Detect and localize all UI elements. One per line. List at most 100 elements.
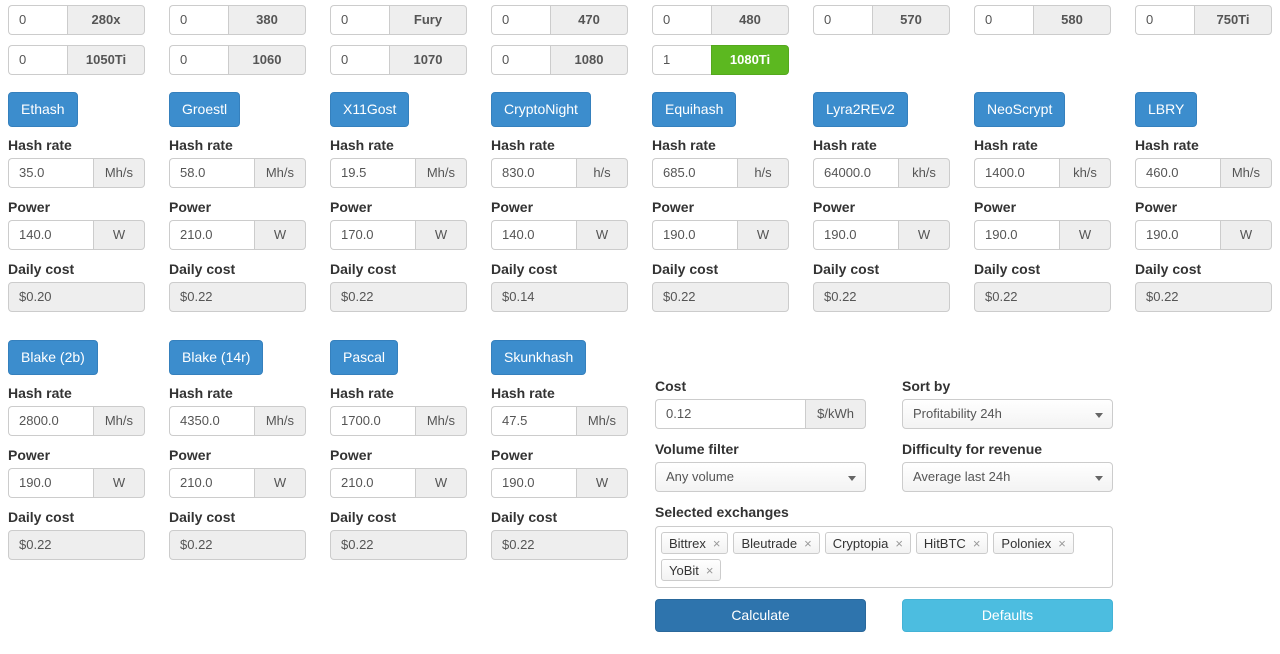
hash-rate-input[interactable]: 1700.0: [330, 406, 415, 436]
gpu-count-input[interactable]: 0: [169, 45, 228, 75]
gpu-count-input[interactable]: 0: [330, 45, 389, 75]
hash-rate-input[interactable]: 460.0: [1135, 158, 1220, 188]
defaults-button[interactable]: Defaults: [902, 599, 1113, 632]
gpu-count-input[interactable]: 0: [169, 5, 228, 35]
power-input[interactable]: 140.0: [491, 220, 576, 250]
hash-rate-label: Hash rate: [1135, 137, 1199, 153]
power-input[interactable]: 170.0: [330, 220, 415, 250]
power-input[interactable]: 210.0: [169, 468, 254, 498]
power-input[interactable]: 190.0: [1135, 220, 1220, 250]
gpu-count-input[interactable]: 0: [491, 5, 550, 35]
hash-rate-input-group: 47.5 Mh/s: [491, 406, 628, 436]
algorithm-name-button[interactable]: Blake (14r): [169, 340, 264, 375]
algorithm-name-button[interactable]: LBRY: [1135, 92, 1198, 127]
power-label: Power: [974, 199, 1017, 215]
cost-input[interactable]: 0.12: [655, 399, 806, 429]
gpu-model-button[interactable]: 1060: [228, 45, 306, 75]
gpu-model-button[interactable]: 380: [228, 5, 306, 35]
hash-rate-input[interactable]: 47.5: [491, 406, 576, 436]
power-input[interactable]: 190.0: [8, 468, 93, 498]
exchange-tag[interactable]: HitBTC ×: [915, 532, 989, 554]
algorithm-name-button[interactable]: Pascal: [330, 340, 399, 375]
algorithm-name-button[interactable]: Lyra2REv2: [813, 92, 908, 127]
gpu-count-input[interactable]: 0: [974, 5, 1033, 35]
algorithm-card: Equihash Hash rate 685.0 h/s Power 190.0 W Dail…: [652, 92, 789, 323]
close-icon[interactable]: ×: [1058, 537, 1066, 550]
close-icon[interactable]: ×: [973, 537, 981, 550]
gpu-cell-1070: 0 1070: [330, 45, 467, 75]
hash-rate-input[interactable]: 58.0: [169, 158, 254, 188]
power-input[interactable]: 190.0: [813, 220, 898, 250]
gpu-model-button[interactable]: 1080: [550, 45, 628, 75]
power-input[interactable]: 190.0: [974, 220, 1059, 250]
hash-rate-input[interactable]: 4350.0: [169, 406, 254, 436]
sort-by-select[interactable]: Profitability 24h: [902, 399, 1113, 429]
gpu-model-button[interactable]: 480: [711, 5, 789, 35]
gpu-input-group: 0 1070: [330, 45, 467, 75]
exchange-tag[interactable]: Bittrex ×: [661, 532, 729, 554]
hash-rate-unit-addon: Mh/s: [253, 406, 306, 436]
close-icon[interactable]: ×: [713, 537, 721, 550]
algorithm-name-button[interactable]: CryptoNight: [491, 92, 591, 127]
hash-rate-input-group: 685.0 h/s: [652, 158, 789, 188]
hash-rate-input[interactable]: 830.0: [491, 158, 576, 188]
difficulty-select[interactable]: Average last 24h: [902, 462, 1113, 492]
daily-cost-row: Daily cost $0.22: [330, 509, 467, 560]
gpu-count-input[interactable]: 0: [8, 5, 67, 35]
power-unit-addon: W: [254, 220, 306, 250]
close-icon[interactable]: ×: [804, 537, 812, 550]
power-input[interactable]: 190.0: [652, 220, 737, 250]
calculate-button[interactable]: Calculate: [655, 599, 866, 632]
hash-rate-input[interactable]: 35.0: [8, 158, 93, 188]
power-input[interactable]: 210.0: [169, 220, 254, 250]
power-input[interactable]: 210.0: [330, 468, 415, 498]
algorithm-card: CryptoNight Hash rate 830.0 h/s Power 140.0 W D…: [491, 92, 628, 323]
gpu-count-input[interactable]: 1: [652, 45, 711, 75]
gpu-model-button[interactable]: 580: [1033, 5, 1111, 35]
algorithm-name-button[interactable]: X11Gost: [330, 92, 410, 127]
algorithm-name-button[interactable]: Skunkhash: [491, 340, 587, 375]
daily-cost-row: Daily cost $0.22: [169, 509, 306, 560]
algorithm-name-button[interactable]: Equihash: [652, 92, 737, 127]
gpu-model-button[interactable]: Fury: [389, 5, 467, 35]
exchange-tag[interactable]: Cryptopia ×: [824, 532, 911, 554]
algorithm-name-button[interactable]: Ethash: [8, 92, 78, 127]
selected-exchanges-box[interactable]: Bittrex × Bleutrade × Cryptopia × HitBTC × Polon…: [655, 526, 1113, 588]
close-icon[interactable]: ×: [706, 564, 714, 577]
gpu-count-input[interactable]: 0: [8, 45, 67, 75]
volume-filter-select[interactable]: Any volume: [655, 462, 866, 492]
close-icon[interactable]: ×: [895, 537, 903, 550]
gpu-model-button[interactable]: 1070: [389, 45, 467, 75]
gpu-model-button[interactable]: 570: [872, 5, 950, 35]
algorithm-name-button[interactable]: NeoScrypt: [974, 92, 1066, 127]
hash-rate-label: Hash rate: [8, 137, 72, 153]
gpu-model-button[interactable]: 280x: [67, 5, 145, 35]
hash-rate-input[interactable]: 1400.0: [974, 158, 1059, 188]
daily-cost-row: Daily cost $0.22: [330, 261, 467, 312]
gpu-count-input[interactable]: 0: [652, 5, 711, 35]
gpu-input-group: 0 580: [974, 5, 1111, 35]
hash-rate-input[interactable]: 19.5: [330, 158, 415, 188]
hash-rate-input[interactable]: 685.0: [652, 158, 737, 188]
exchange-tag[interactable]: YoBit ×: [661, 559, 722, 581]
gpu-model-button[interactable]: 1050Ti: [67, 45, 145, 75]
hash-rate-input[interactable]: 2800.0: [8, 406, 93, 436]
gpu-count-input[interactable]: 0: [491, 45, 550, 75]
gpu-count-input[interactable]: 0: [1135, 5, 1194, 35]
algorithm-name-button[interactable]: Blake (2b): [8, 340, 98, 375]
algorithm-name-button[interactable]: Groestl: [169, 92, 241, 127]
power-unit-addon: W: [576, 468, 628, 498]
exchange-tag[interactable]: Poloniex ×: [993, 532, 1074, 554]
daily-cost-row: Daily cost $0.20: [8, 261, 145, 312]
power-input[interactable]: 190.0: [491, 468, 576, 498]
hash-rate-unit-addon: Mh/s: [92, 406, 145, 436]
hash-rate-input[interactable]: 64000.0: [813, 158, 898, 188]
gpu-count-input[interactable]: 0: [330, 5, 389, 35]
gpu-model-button[interactable]: 470: [550, 5, 628, 35]
gpu-count-input[interactable]: 0: [813, 5, 872, 35]
exchange-tag[interactable]: Bleutrade ×: [733, 532, 820, 554]
gpu-model-button[interactable]: 750Ti: [1194, 5, 1272, 35]
chevron-down-icon: [848, 476, 856, 481]
power-input[interactable]: 140.0: [8, 220, 93, 250]
gpu-model-button[interactable]: 1080Ti: [711, 45, 789, 75]
